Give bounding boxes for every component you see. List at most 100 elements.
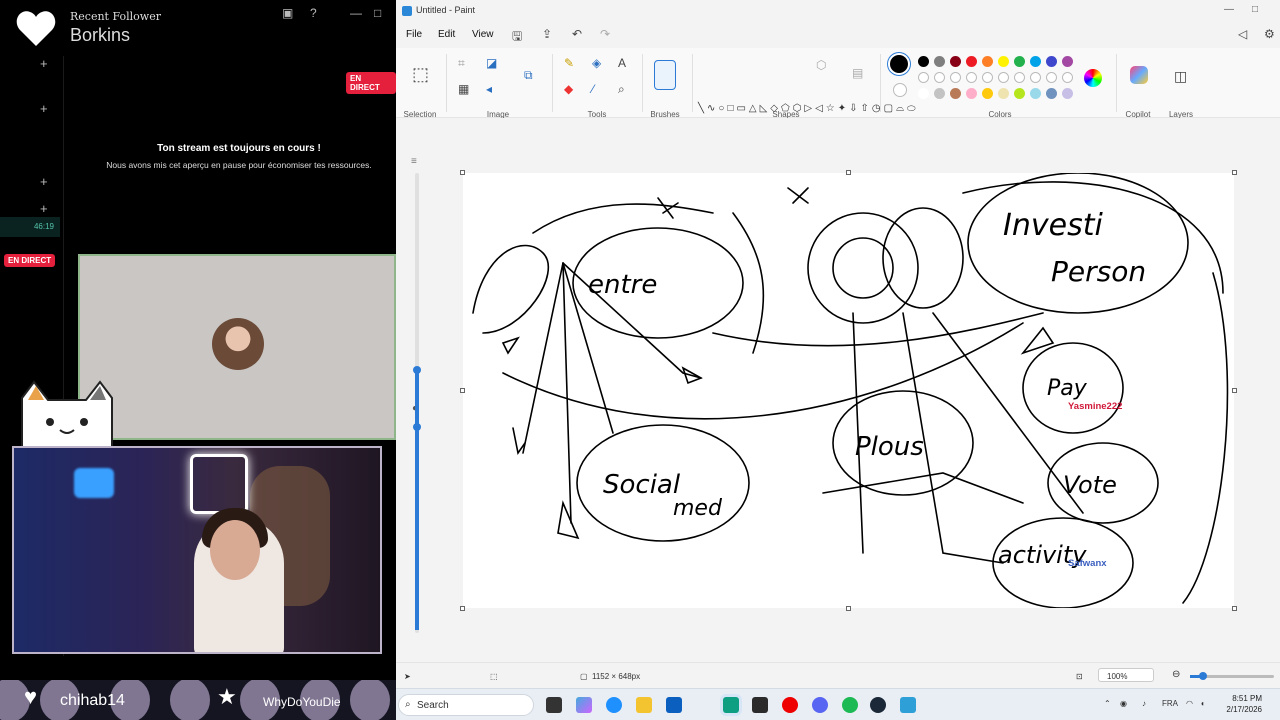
color-swatch[interactable] bbox=[998, 56, 1009, 67]
redo-icon[interactable]: ↷ bbox=[600, 27, 610, 41]
editor-icon[interactable] bbox=[752, 697, 768, 713]
resize-handle[interactable] bbox=[846, 606, 851, 611]
color-swatch[interactable] bbox=[1046, 56, 1057, 67]
magnifier-icon[interactable]: ⌕ bbox=[618, 82, 625, 97]
maximize-icon[interactable]: □ bbox=[374, 6, 381, 20]
minimize-icon[interactable]: — bbox=[350, 6, 362, 20]
feedback-icon[interactable]: ◁ bbox=[1238, 27, 1247, 41]
undo-icon[interactable]: ↶ bbox=[572, 27, 582, 41]
plus-icon[interactable]: + bbox=[40, 174, 48, 189]
plus-icon[interactable]: + bbox=[40, 101, 48, 116]
custom-color-slot[interactable] bbox=[1046, 88, 1057, 99]
shape-fill-icon[interactable]: ▤ bbox=[852, 66, 863, 80]
zoom-slider[interactable] bbox=[1190, 672, 1274, 680]
color-swatch[interactable] bbox=[918, 72, 929, 83]
resize-handle[interactable] bbox=[1232, 170, 1237, 175]
help-icon[interactable]: ? bbox=[310, 6, 317, 20]
plus-icon[interactable]: + bbox=[40, 56, 48, 71]
explorer-icon[interactable] bbox=[636, 697, 652, 713]
color-2-swatch[interactable] bbox=[893, 83, 907, 97]
settings-icon[interactable]: ⚙ bbox=[1264, 27, 1275, 41]
language-indicator[interactable]: FRA bbox=[1162, 699, 1178, 708]
custom-color-slot[interactable] bbox=[1030, 88, 1041, 99]
outline-icon[interactable]: ⬡ bbox=[816, 58, 826, 72]
color-swatch[interactable] bbox=[1014, 72, 1025, 83]
copilot-taskbar-icon[interactable] bbox=[576, 697, 592, 713]
edit-colors-icon[interactable] bbox=[1084, 69, 1102, 87]
task-view-icon[interactable] bbox=[546, 697, 562, 713]
discord-icon[interactable] bbox=[812, 697, 828, 713]
menu-file[interactable]: File bbox=[406, 29, 422, 40]
resize-handle[interactable] bbox=[846, 170, 851, 175]
color-swatch[interactable] bbox=[982, 56, 993, 67]
search-input[interactable]: ⌕ Search bbox=[398, 694, 534, 716]
color-swatch[interactable] bbox=[934, 56, 945, 67]
slider-collapse-icon[interactable]: ≡ bbox=[411, 156, 417, 167]
color-swatch[interactable] bbox=[950, 56, 961, 67]
custom-color-slot[interactable] bbox=[1014, 88, 1025, 99]
edge-icon[interactable] bbox=[606, 697, 622, 713]
custom-color-slot[interactable] bbox=[982, 88, 993, 99]
crop-icon[interactable]: ⌗ bbox=[458, 56, 465, 71]
rotate-icon[interactable]: ◂ bbox=[486, 82, 492, 96]
resize-handle[interactable] bbox=[460, 170, 465, 175]
color-swatch[interactable] bbox=[998, 72, 1009, 83]
layers-icon[interactable]: ◫ bbox=[1174, 68, 1187, 85]
streamlabs-icon[interactable] bbox=[723, 697, 739, 713]
color-1-swatch[interactable] bbox=[890, 55, 908, 73]
network-icon[interactable]: ◉ bbox=[1120, 699, 1127, 708]
color-swatch[interactable] bbox=[1062, 72, 1073, 83]
color-swatch[interactable] bbox=[1046, 72, 1057, 83]
background-icon[interactable]: ▦ bbox=[458, 82, 469, 96]
color-swatch[interactable] bbox=[934, 72, 945, 83]
save-icon[interactable]: 🖫 bbox=[512, 27, 522, 48]
custom-color-slot[interactable] bbox=[998, 88, 1009, 99]
volume-icon[interactable]: ◖ bbox=[1200, 699, 1205, 708]
color-swatch[interactable] bbox=[1030, 72, 1041, 83]
resize-handle[interactable] bbox=[1232, 606, 1237, 611]
store-icon[interactable] bbox=[666, 697, 682, 713]
steam-icon[interactable] bbox=[870, 697, 886, 713]
color-swatch[interactable] bbox=[1062, 56, 1073, 67]
custom-color-slot[interactable] bbox=[918, 88, 929, 99]
tray-expand-icon[interactable]: ⌃ bbox=[1104, 699, 1111, 708]
color-swatch[interactable] bbox=[966, 72, 977, 83]
paint-taskbar-icon[interactable] bbox=[900, 697, 916, 713]
resize-handle[interactable] bbox=[460, 606, 465, 611]
selection-icon[interactable]: ⬚ bbox=[412, 64, 429, 85]
color-swatch[interactable] bbox=[1030, 56, 1041, 67]
menu-view[interactable]: View bbox=[472, 29, 494, 40]
eraser-icon[interactable]: ◆ bbox=[564, 82, 573, 96]
custom-color-slot[interactable] bbox=[934, 88, 945, 99]
maximize-icon[interactable]: □ bbox=[1252, 4, 1258, 15]
copilot-icon[interactable] bbox=[1130, 66, 1148, 84]
fill-icon[interactable]: ◈ bbox=[592, 56, 601, 70]
gift-icon[interactable]: ▣ bbox=[282, 6, 293, 20]
color-swatch[interactable] bbox=[1014, 56, 1025, 67]
color-swatch[interactable] bbox=[982, 72, 993, 83]
color-swatch[interactable] bbox=[950, 72, 961, 83]
resize-icon[interactable]: ◪ bbox=[486, 56, 497, 70]
wifi-icon[interactable]: ◠ bbox=[1186, 699, 1193, 708]
resize-handle[interactable] bbox=[1232, 388, 1237, 393]
drawing-canvas[interactable]: Investi Person entre Social med Plous Pa… bbox=[463, 172, 1234, 609]
zoom-out-icon[interactable]: ⊖ bbox=[1172, 669, 1180, 680]
text-icon[interactable]: A bbox=[618, 56, 626, 70]
zoom-select[interactable]: 100% bbox=[1098, 668, 1154, 682]
clock[interactable]: 8:51 PM 2/17/2026 bbox=[1214, 693, 1262, 715]
brushes-button[interactable] bbox=[654, 60, 676, 90]
fit-icon[interactable]: ⊡ bbox=[1076, 672, 1083, 681]
pencil-icon[interactable]: ✎ bbox=[564, 56, 574, 70]
plus-icon[interactable]: + bbox=[40, 201, 48, 216]
opera-icon[interactable] bbox=[782, 697, 798, 713]
image-select-icon[interactable]: ⧉ bbox=[524, 68, 533, 83]
color-picker-icon[interactable]: ⁄ bbox=[592, 82, 594, 96]
resize-handle[interactable] bbox=[460, 388, 465, 393]
spotify-icon[interactable] bbox=[842, 697, 858, 713]
minimize-icon[interactable]: — bbox=[1224, 4, 1234, 15]
microphone-icon[interactable]: ♪ bbox=[1142, 699, 1146, 708]
custom-color-slot[interactable] bbox=[950, 88, 961, 99]
color-swatch[interactable] bbox=[918, 56, 929, 67]
custom-color-slot[interactable] bbox=[1062, 88, 1073, 99]
menu-edit[interactable]: Edit bbox=[438, 29, 455, 40]
